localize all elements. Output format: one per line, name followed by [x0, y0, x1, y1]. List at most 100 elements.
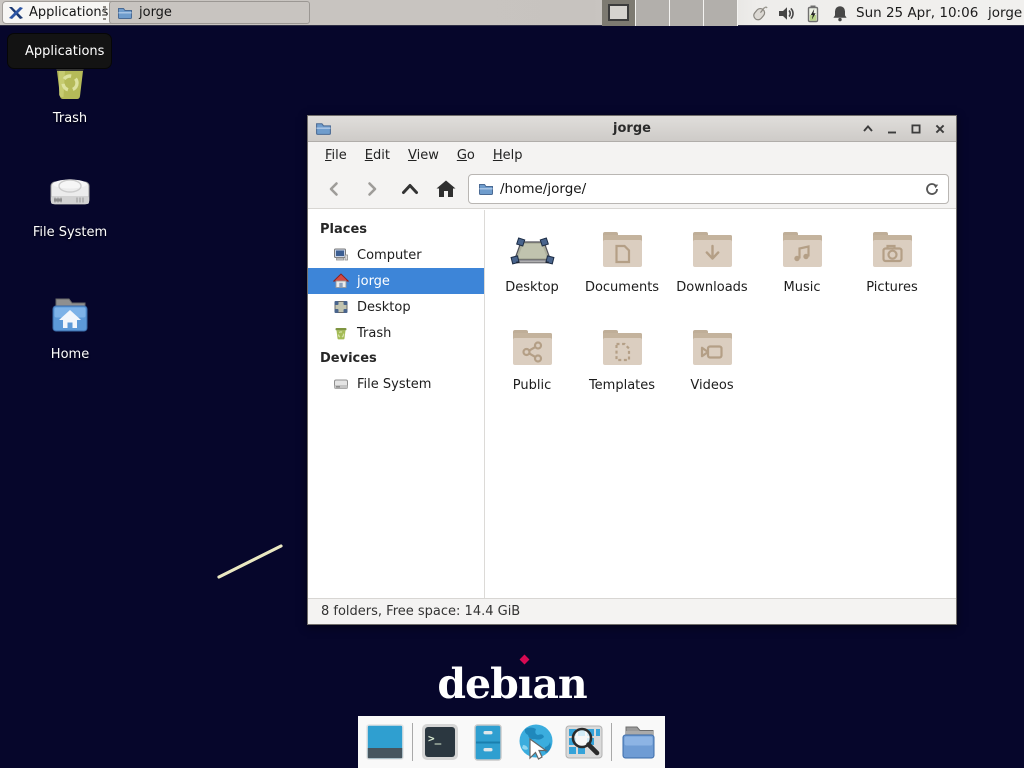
harddrive-icon: [45, 170, 95, 220]
desktop-icon: [333, 299, 349, 315]
app-finder-icon[interactable]: [563, 721, 605, 763]
pencil-cursor-line: [210, 538, 294, 584]
sidebar-item-label: File System: [357, 377, 431, 392]
folder-public-icon: [508, 324, 556, 372]
file-item-desktop[interactable]: Desktop: [487, 224, 577, 322]
file-cabinet-icon[interactable]: [467, 721, 509, 763]
window-body: Places Computer: [308, 210, 956, 598]
back-button[interactable]: [320, 176, 348, 202]
home-button[interactable]: [432, 176, 460, 202]
file-item-templates[interactable]: Templates: [577, 322, 667, 420]
home-folder-icon: [45, 292, 95, 342]
taskbar-window-label: jorge: [139, 5, 172, 20]
file-item-label: Music: [784, 280, 821, 295]
file-item-music[interactable]: Music: [757, 224, 847, 322]
debian-logo: debıan: [0, 660, 1024, 708]
show-desktop-icon[interactable]: [364, 721, 406, 763]
desktop-icon-label: Trash: [53, 111, 87, 126]
menu-help[interactable]: Help: [484, 144, 532, 167]
applications-menu-label: Applications: [29, 5, 108, 20]
top-panel: Applications jorge: [0, 0, 1024, 26]
home-icon: [333, 273, 349, 289]
desktop: Applications jorge: [0, 0, 1024, 768]
file-item-label: Desktop: [505, 280, 559, 295]
folder-icon: [478, 181, 494, 197]
file-item-pictures[interactable]: Pictures: [847, 224, 937, 322]
terminal-icon[interactable]: >_: [419, 721, 461, 763]
desktop-special-icon: [508, 226, 556, 274]
menu-file[interactable]: File: [316, 144, 356, 167]
file-manager-icon[interactable]: [618, 721, 660, 763]
sidebar-item-label: jorge: [357, 274, 390, 289]
taskbar-window-button[interactable]: jorge: [109, 1, 310, 24]
sidebar-header-places: Places: [308, 217, 484, 242]
logo-text-pre: deb: [437, 660, 517, 708]
file-list-view[interactable]: Desktop Documents: [485, 210, 956, 598]
folder-grid: Desktop Documents: [487, 224, 949, 420]
panel-clock[interactable]: Sun 25 Apr, 10:06: [856, 0, 978, 26]
menu-view[interactable]: View: [399, 144, 448, 167]
trash-icon: [333, 325, 349, 341]
path-text[interactable]: /home/jorge/: [500, 181, 924, 197]
dock: >_: [358, 716, 665, 768]
sidebar-item-desktop[interactable]: Desktop: [308, 294, 484, 320]
volume-icon[interactable]: [776, 3, 796, 23]
menu-go[interactable]: Go: [448, 144, 484, 167]
logo-text-post: an: [532, 660, 586, 708]
file-item-videos[interactable]: Videos: [667, 322, 757, 420]
folder-videos-icon: [688, 324, 736, 372]
file-item-documents[interactable]: Documents: [577, 224, 667, 322]
desktop-icon-label: Home: [51, 347, 89, 362]
workspace-pager: [602, 0, 738, 26]
path-bar[interactable]: /home/jorge/: [468, 174, 949, 204]
system-tray: [749, 0, 850, 26]
sidebar-item-label: Desktop: [357, 300, 411, 315]
applications-menu-button[interactable]: Applications: [2, 1, 117, 24]
menu-edit[interactable]: Edit: [356, 144, 399, 167]
workspace-2[interactable]: [636, 0, 670, 26]
harddrive-icon: [333, 376, 349, 392]
up-button[interactable]: [396, 176, 424, 202]
workspace-window-preview: [608, 4, 629, 21]
toolbar: /home/jorge/: [308, 169, 956, 209]
shade-button[interactable]: [858, 119, 878, 139]
sidebar-header-devices: Devices: [308, 346, 484, 371]
workspace-3[interactable]: [670, 0, 704, 26]
file-item-downloads[interactable]: Downloads: [667, 224, 757, 322]
folder-documents-icon: [598, 226, 646, 274]
dock-separator: [412, 723, 413, 761]
reload-icon[interactable]: [924, 181, 940, 197]
sidebar: Places Computer: [308, 210, 485, 598]
sidebar-item-file-system[interactable]: File System: [308, 371, 484, 397]
battery-charging-icon[interactable]: [803, 3, 823, 23]
sidebar-item-computer[interactable]: Computer: [308, 242, 484, 268]
sidebar-item-label: Trash: [357, 326, 391, 341]
file-item-label: Videos: [690, 378, 733, 393]
mouse-icon[interactable]: [749, 3, 769, 23]
workspace-4[interactable]: [704, 0, 738, 26]
file-manager-window: jorge File Edit View Go Help: [307, 115, 957, 625]
folder-music-icon: [778, 226, 826, 274]
close-button[interactable]: [930, 119, 950, 139]
sidebar-item-jorge[interactable]: jorge: [308, 268, 484, 294]
minimize-button[interactable]: [882, 119, 902, 139]
panel-username[interactable]: jorge: [988, 0, 1022, 26]
logo-letter-i: ı: [518, 660, 533, 708]
workspace-1[interactable]: [602, 0, 636, 26]
folder-icon: [117, 5, 133, 21]
file-item-label: Pictures: [866, 280, 917, 295]
maximize-button[interactable]: [906, 119, 926, 139]
forward-button[interactable]: [358, 176, 386, 202]
sidebar-item-label: Computer: [357, 248, 422, 263]
window-titlebar[interactable]: jorge: [308, 116, 956, 142]
file-item-public[interactable]: Public: [487, 322, 577, 420]
desktop-icon-home[interactable]: Home: [15, 292, 125, 362]
folder-downloads-icon: [688, 226, 736, 274]
menubar: File Edit View Go Help: [308, 142, 956, 169]
web-browser-icon[interactable]: [515, 721, 557, 763]
sidebar-item-trash[interactable]: Trash: [308, 320, 484, 346]
notification-bell-icon[interactable]: [830, 3, 850, 23]
panel-grip[interactable]: [103, 6, 106, 20]
desktop-icon-file-system[interactable]: File System: [15, 170, 125, 240]
terminal-prompt-glyph: >_: [428, 732, 442, 745]
